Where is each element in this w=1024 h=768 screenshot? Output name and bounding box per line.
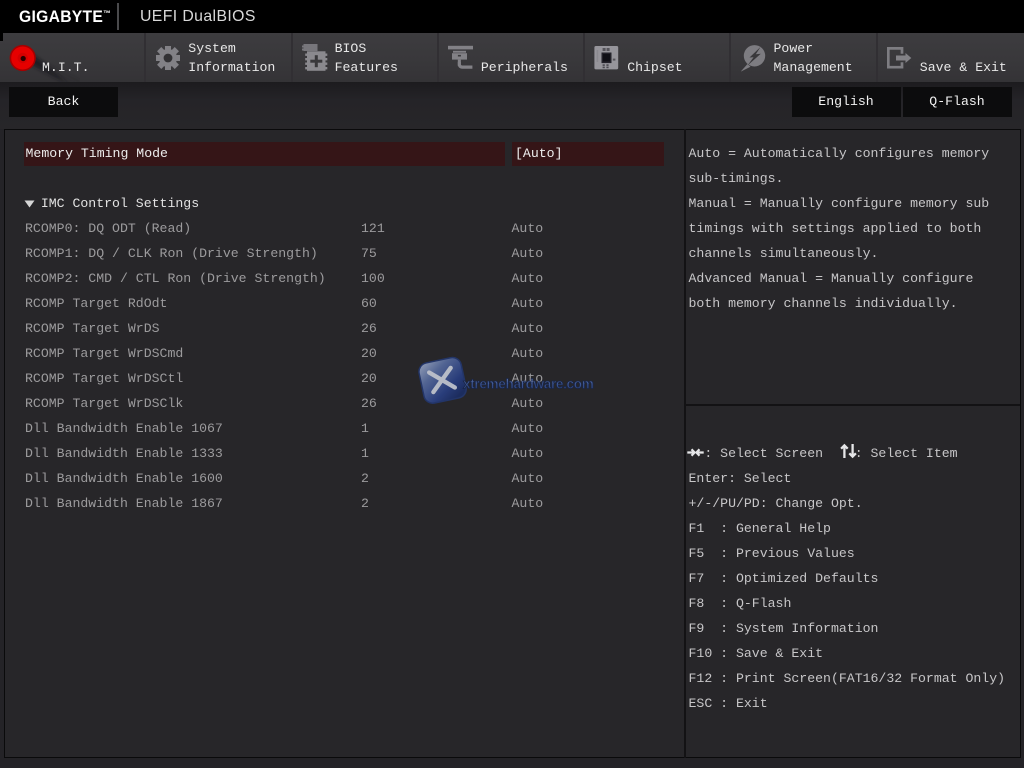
svg-text:xtremehardware.com: xtremehardware.com <box>463 377 594 392</box>
